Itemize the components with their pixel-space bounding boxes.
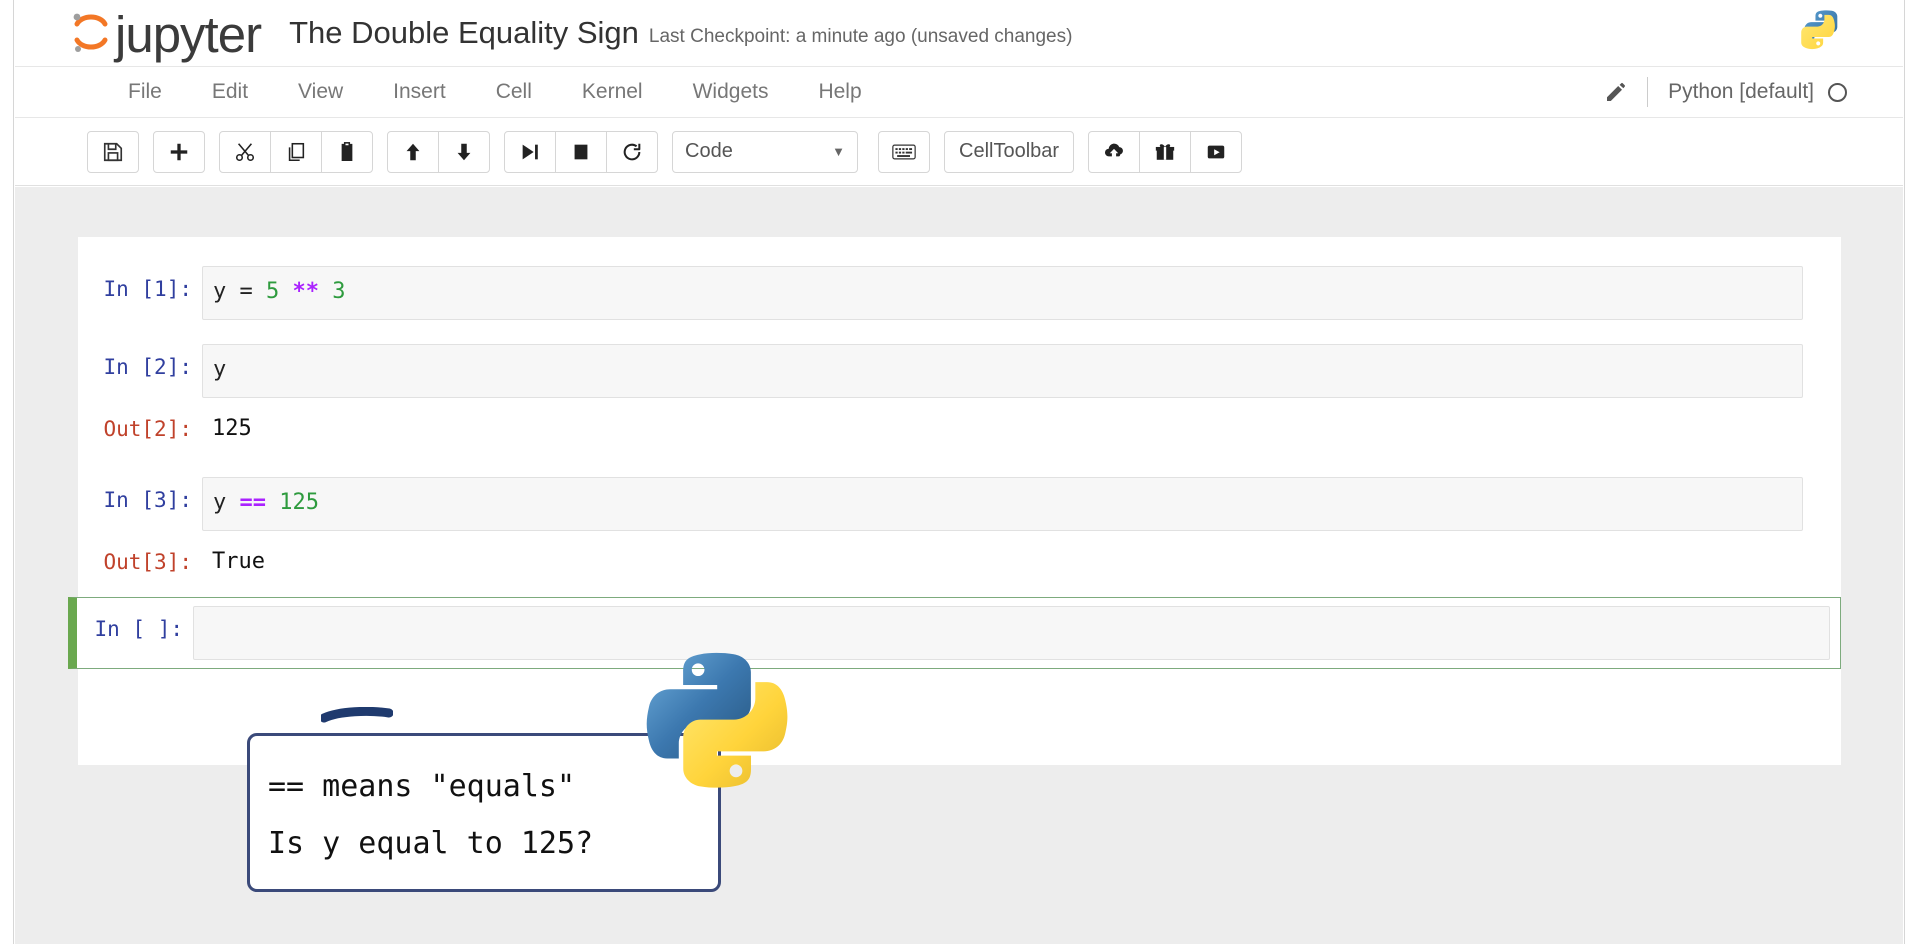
code-token-operator: == [239, 490, 267, 515]
menu-insert[interactable]: Insert [368, 75, 471, 109]
gift-icon[interactable] [1139, 130, 1192, 173]
interrupt-kernel-button[interactable] [555, 130, 607, 173]
keyboard-icon[interactable] [878, 130, 930, 173]
notebook-header: jupyter The Double Equality Sign Last Ch… [15, 0, 1903, 66]
menubar-right-group: Python [default] [1603, 77, 1847, 107]
toolbar-group-run [504, 130, 658, 173]
output-text: 125 [212, 416, 252, 441]
menu-bar: File Edit View Insert Cell Kernel Widget… [15, 66, 1903, 118]
cut-cell-button[interactable] [219, 130, 271, 173]
jupyter-notebook-app: jupyter The Double Equality Sign Last Ch… [0, 0, 1918, 944]
menu-widgets[interactable]: Widgets [668, 75, 794, 109]
jupyter-wordmark: jupyter [115, 5, 262, 63]
code-editor[interactable] [193, 606, 1830, 660]
move-cell-up-button[interactable] [387, 130, 439, 173]
insert-cell-button[interactable] [153, 130, 205, 173]
output-text: True [212, 549, 265, 574]
input-prompt: In [3]: [103, 488, 192, 512]
jupyter-planet-icon [71, 10, 111, 56]
celltoolbar-button[interactable]: CellToolbar [944, 130, 1075, 173]
toolbar-group-extras [1088, 130, 1243, 173]
celltoolbar-label: CellToolbar [959, 140, 1060, 162]
menu-kernel[interactable]: Kernel [557, 75, 668, 109]
move-cell-down-button[interactable] [438, 130, 490, 173]
toolbar-group-save [87, 130, 139, 173]
pencil-icon[interactable] [1603, 79, 1629, 105]
toolbar-group-move [387, 130, 490, 173]
save-button[interactable] [87, 130, 139, 173]
hand-drawn-underline [319, 706, 394, 723]
notebook-cell[interactable]: In [3]: y == 125 Out[3]: True [78, 470, 1841, 581]
checkpoint-status: Last Checkpoint: a minute ago (unsaved c… [648, 26, 1073, 47]
notebook-cells-container: In [1]: y = 5 ** 3 In [2]: y Out[2]: 125… [68, 237, 1841, 765]
cell-input-row: In [1]: y = 5 ** 3 [78, 266, 1841, 320]
code-token: y [213, 357, 227, 382]
cell-type-value: Code [685, 140, 733, 162]
window-left-edge [0, 0, 14, 944]
code-token-operator: ** [292, 279, 319, 304]
notebook-cell[interactable]: In [2]: y Out[2]: 125 [78, 337, 1841, 448]
cell-input-row: In [3]: y == 125 [78, 477, 1841, 531]
menu-items: File Edit View Insert Cell Kernel Widget… [103, 75, 887, 109]
jupyter-logo[interactable]: jupyter [71, 5, 262, 63]
menu-cell[interactable]: Cell [471, 75, 557, 109]
toolbar-group-keyboard [878, 130, 930, 173]
annotation-callout: == means "equals" Is y equal to 125? [247, 733, 721, 892]
menubar-divider [1647, 77, 1649, 107]
paste-cell-button[interactable] [321, 130, 373, 173]
cell-type-select[interactable]: Code ▼ [672, 130, 858, 173]
restart-kernel-button[interactable] [606, 130, 658, 173]
cell-input-row: In [2]: y [78, 344, 1841, 398]
code-token-number: 5 [265, 279, 280, 304]
copy-cell-button[interactable] [270, 130, 322, 173]
code-token: y = [213, 279, 266, 304]
kernel-idle-circle-icon [1828, 82, 1847, 102]
play-rect-icon[interactable] [1190, 130, 1243, 173]
input-prompt: In [2]: [103, 355, 192, 379]
notebook-cell-selected[interactable]: In [ ]: [68, 597, 1841, 669]
output-prompt: Out[2]: [103, 417, 192, 441]
cell-output-row: Out[2]: 125 [78, 406, 1841, 441]
menu-view[interactable]: View [273, 75, 368, 109]
toolbar-inner: Code ▼ CellToolbar [87, 130, 1256, 173]
menu-file[interactable]: File [103, 75, 187, 109]
code-editor[interactable]: y [202, 344, 1803, 398]
code-editor[interactable]: y = 5 ** 3 [202, 266, 1803, 320]
notebook-toolbar: Code ▼ CellToolbar [15, 118, 1903, 186]
menu-edit[interactable]: Edit [187, 75, 273, 109]
code-token: y [213, 490, 240, 515]
cell-input-row: In [ ]: [77, 606, 1840, 660]
code-token-number: 3 [332, 279, 346, 304]
kernel-name-label: Python [default] [1668, 80, 1814, 103]
python-logo-icon [1797, 8, 1847, 58]
run-cell-button[interactable] [504, 130, 556, 173]
cell-output-row: Out[3]: True [78, 539, 1841, 574]
code-editor[interactable]: y == 125 [202, 477, 1803, 531]
code-token-number: 125 [279, 490, 319, 515]
menu-help[interactable]: Help [793, 75, 886, 109]
callout-line-2: Is y equal to 125? [268, 826, 594, 861]
input-prompt: In [1]: [103, 277, 192, 301]
notebook-body: In [1]: y = 5 ** 3 In [2]: y Out[2]: 125… [15, 187, 1903, 944]
toolbar-group-clipboard [219, 130, 373, 173]
chevron-down-icon: ▼ [832, 144, 845, 159]
notebook-cell[interactable]: In [1]: y = 5 ** 3 [78, 259, 1841, 327]
cloud-upload-icon[interactable] [1088, 130, 1141, 173]
input-prompt: In [ ]: [94, 617, 183, 641]
toolbar-group-insert [153, 130, 205, 173]
output-prompt: Out[3]: [103, 550, 192, 574]
notebook-title[interactable]: The Double Equality Sign [289, 15, 639, 51]
window-right-edge [1904, 0, 1918, 944]
callout-line-1: == means "equals" [268, 769, 576, 804]
